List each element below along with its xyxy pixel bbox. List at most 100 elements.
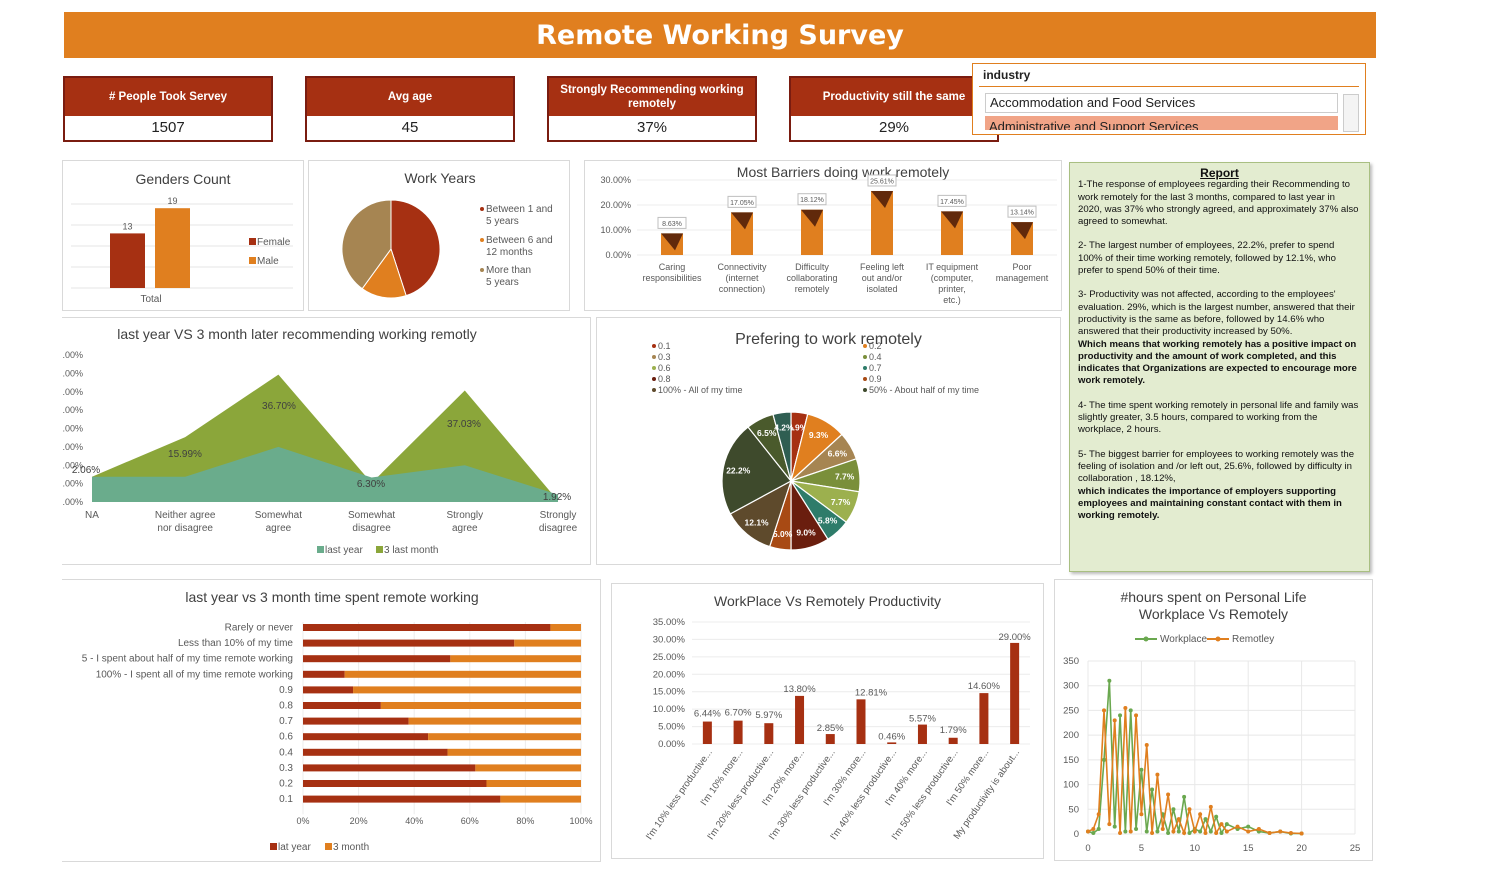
data-label: 5.57%	[909, 714, 936, 725]
bar	[733, 720, 743, 744]
bar-3-month	[450, 655, 581, 663]
point	[1219, 831, 1224, 836]
x-tick-label: 100%	[569, 816, 592, 826]
data-label: 36.70%	[262, 401, 296, 412]
report-paragraph: 5- The biggest barrier for employees to …	[1078, 448, 1355, 485]
point	[1182, 831, 1187, 836]
y-tick-label: 0.00%	[605, 250, 631, 260]
legend-swatch	[325, 843, 332, 850]
bar-lat-year	[303, 686, 354, 694]
bar-3-month	[408, 717, 581, 725]
point	[1203, 831, 1208, 836]
data-label: 4.2%	[774, 423, 794, 433]
legend-label: More than	[486, 265, 531, 276]
bar-3-month	[353, 686, 581, 694]
x-tick-label: 0%	[296, 816, 309, 826]
point	[1139, 767, 1144, 772]
point	[1176, 817, 1181, 822]
bar-lat-year	[303, 780, 487, 787]
bar	[856, 699, 866, 744]
data-label: 5.97%	[755, 710, 782, 721]
slicer-item[interactable]: Accommodation and Food Services	[985, 93, 1338, 113]
point	[1166, 831, 1171, 836]
bar-lat-year	[303, 717, 409, 725]
point	[1246, 824, 1251, 829]
data-label: 6.30%	[357, 479, 385, 490]
data-label: 9.0%	[796, 528, 816, 538]
data-label: 13	[122, 221, 132, 231]
x-tick-label: Poor	[1012, 262, 1031, 272]
x-tick-label: Strongly	[446, 510, 483, 521]
data-label: 25.61%	[870, 178, 894, 185]
legend-label: 5 years	[486, 216, 519, 227]
y-tick-label: .00%	[62, 424, 83, 434]
legend-marker	[1215, 636, 1221, 642]
y-tick-label: .00%	[62, 405, 83, 415]
slicer-scrollbar[interactable]	[1343, 94, 1359, 132]
x-tick-label: Total	[140, 294, 161, 305]
legend-label: 0.9	[869, 374, 882, 384]
slicer-item-selected[interactable]: Administrative and Support Services	[985, 116, 1338, 130]
x-tick-label: 60%	[461, 816, 479, 826]
point	[1134, 827, 1139, 832]
x-tick-label: Caring	[659, 262, 686, 272]
bar	[1010, 642, 1020, 744]
legend-label: Between 1 and	[486, 204, 553, 215]
y-tick-label: 0	[1074, 829, 1079, 840]
genders-count-panel: Genders Count 13 Female 19 Male Total	[62, 160, 304, 311]
x-tick-label: collaborating	[786, 273, 837, 283]
point	[1267, 831, 1272, 836]
legend-swatch	[317, 546, 324, 553]
y-tick-label: Less than 10% of my time	[178, 638, 293, 649]
kpi-productivity-same: Productivity still the same 29%	[789, 76, 999, 142]
x-tick-label: Feeling left	[860, 262, 905, 272]
legend-label: lat year	[278, 842, 311, 853]
bar-3-month	[475, 764, 581, 772]
bar-lat-year	[303, 639, 515, 647]
data-label: 22.2%	[726, 465, 751, 475]
x-tick-label: connection)	[719, 284, 766, 294]
legend-swatch	[652, 355, 656, 359]
data-label: 17.45%	[940, 199, 964, 206]
bar	[825, 734, 835, 744]
bar-male	[155, 208, 190, 288]
y-tick-label: 35.00%	[653, 617, 686, 628]
legend-label: Workplace	[1160, 634, 1207, 645]
legend-swatch	[270, 843, 277, 850]
prefering-remote-panel: Prefering to work remotely 0.1 0.3 0.6 0.8 1…	[596, 317, 1061, 565]
y-tick-label: .00%	[62, 479, 83, 489]
kpi-label: Strongly Recommending working remotely	[549, 78, 755, 116]
x-tick-label: disagree	[352, 523, 391, 534]
legend-swatch	[376, 546, 383, 553]
data-label: 29.00%	[999, 632, 1032, 643]
point	[1166, 792, 1171, 797]
data-label: 5.8%	[818, 515, 838, 525]
x-tick-label: 10	[1190, 843, 1201, 854]
x-tick-label: Difficulty	[795, 262, 829, 272]
bar	[795, 695, 805, 744]
point	[1144, 829, 1149, 834]
slicer-header: industry	[983, 68, 1031, 82]
hours-panel: #hours spent on Personal Life Workplace …	[1054, 579, 1373, 861]
y-tick-label: 0.2	[279, 779, 293, 790]
industry-slicer[interactable]: industry Accommodation and Food Services…	[972, 63, 1366, 135]
legend-label: 0.3	[658, 352, 671, 362]
bar-lat-year	[303, 764, 476, 772]
data-label: 14.60%	[968, 681, 1001, 692]
y-tick-label: 0.8	[279, 701, 293, 712]
y-tick-label: .00%	[62, 368, 83, 378]
bar-lat-year	[303, 655, 451, 663]
bar-lat-year	[303, 624, 551, 631]
work-years-chart: Between 1 and5 yearsBetween 6 and12 mont…	[341, 199, 553, 299]
data-label: 0.46%	[878, 731, 905, 742]
y-tick-label: 30.00%	[653, 634, 686, 645]
report-paragraph: 4- The time spent working remotely in pe…	[1078, 399, 1359, 436]
y-tick-label: 0.1	[279, 794, 293, 805]
y-tick-label: .00%	[62, 442, 83, 452]
x-tick-label: management	[996, 273, 1049, 283]
point	[1123, 829, 1128, 834]
point	[1192, 829, 1197, 834]
point	[1187, 807, 1192, 812]
kpi-value: 45	[401, 118, 419, 136]
data-label: 2.85%	[817, 723, 844, 734]
